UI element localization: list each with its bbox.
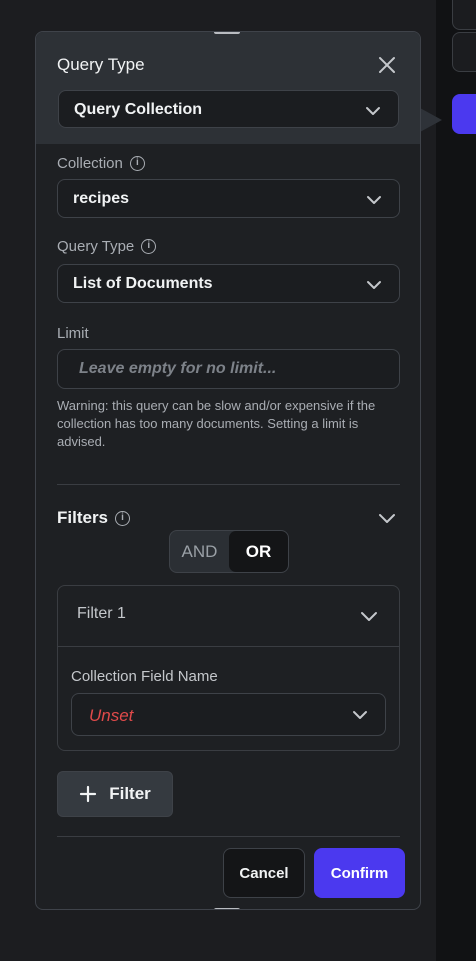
filter-logic-toggle[interactable]: AND OR (169, 530, 289, 573)
filter-title: Filter 1 (77, 605, 126, 622)
selected-widget[interactable] (452, 94, 476, 134)
panel-pointer (420, 108, 442, 132)
close-icon[interactable] (376, 54, 398, 76)
canvas-side-strip (436, 0, 476, 961)
divider (57, 836, 400, 837)
logic-and-option[interactable]: AND (170, 531, 229, 572)
cancel-button[interactable]: Cancel (223, 848, 305, 898)
query-type-label-text: Query Type (57, 238, 135, 255)
plus-icon (80, 785, 97, 803)
logic-or-option[interactable]: OR (229, 531, 288, 572)
resize-handle-bottom[interactable] (214, 908, 240, 909)
panel-title: Query Type (57, 55, 145, 74)
add-filter-label: Filter (109, 784, 151, 803)
collection-label: Collection i (57, 155, 145, 172)
query-panel: Query Type Query Collection Collection i… (35, 31, 421, 910)
chevron-down-icon (361, 612, 377, 621)
collection-dropdown-value: recipes (73, 190, 130, 207)
chevron-down-icon (353, 711, 367, 719)
chevron-down-icon (366, 107, 380, 115)
list-type-dropdown-value: List of Documents (73, 275, 213, 292)
limit-label: Limit (57, 325, 89, 342)
add-filter-button[interactable]: Filter (57, 771, 173, 817)
chevron-down-icon (367, 196, 381, 204)
filter-header[interactable]: Filter 1 (58, 586, 399, 647)
list-type-dropdown[interactable]: List of Documents (57, 264, 400, 303)
query-type-dropdown[interactable]: Query Collection (58, 90, 399, 128)
collection-label-text: Collection (57, 155, 123, 172)
limit-warning: Warning: this query can be slow and/or e… (57, 398, 376, 449)
canvas-tool-button[interactable] (452, 0, 476, 30)
info-icon[interactable]: i (141, 239, 157, 254)
confirm-button[interactable]: Confirm (314, 848, 405, 898)
filters-title: Filters (57, 508, 109, 527)
limit-field[interactable] (57, 349, 400, 389)
filter-card: Filter 1 Collection Field Name Unset (57, 585, 400, 751)
canvas-tool-button[interactable] (452, 32, 476, 72)
info-icon[interactable]: i (129, 156, 145, 171)
limit-input[interactable] (58, 350, 399, 388)
collection-field-value: Unset (89, 706, 134, 725)
collection-dropdown[interactable]: recipes (57, 179, 400, 218)
query-type-label: Query Type i (57, 238, 157, 255)
resize-handle-top[interactable] (214, 32, 240, 34)
divider (57, 484, 400, 485)
collection-field-label: Collection Field Name (71, 668, 218, 685)
filters-heading: Filters i (57, 508, 131, 528)
query-type-dropdown-value: Query Collection (74, 101, 203, 118)
collection-field-dropdown[interactable]: Unset (71, 693, 386, 736)
chevron-down-icon (367, 281, 381, 289)
chevron-down-icon[interactable] (377, 508, 397, 528)
info-icon[interactable]: i (115, 510, 131, 526)
